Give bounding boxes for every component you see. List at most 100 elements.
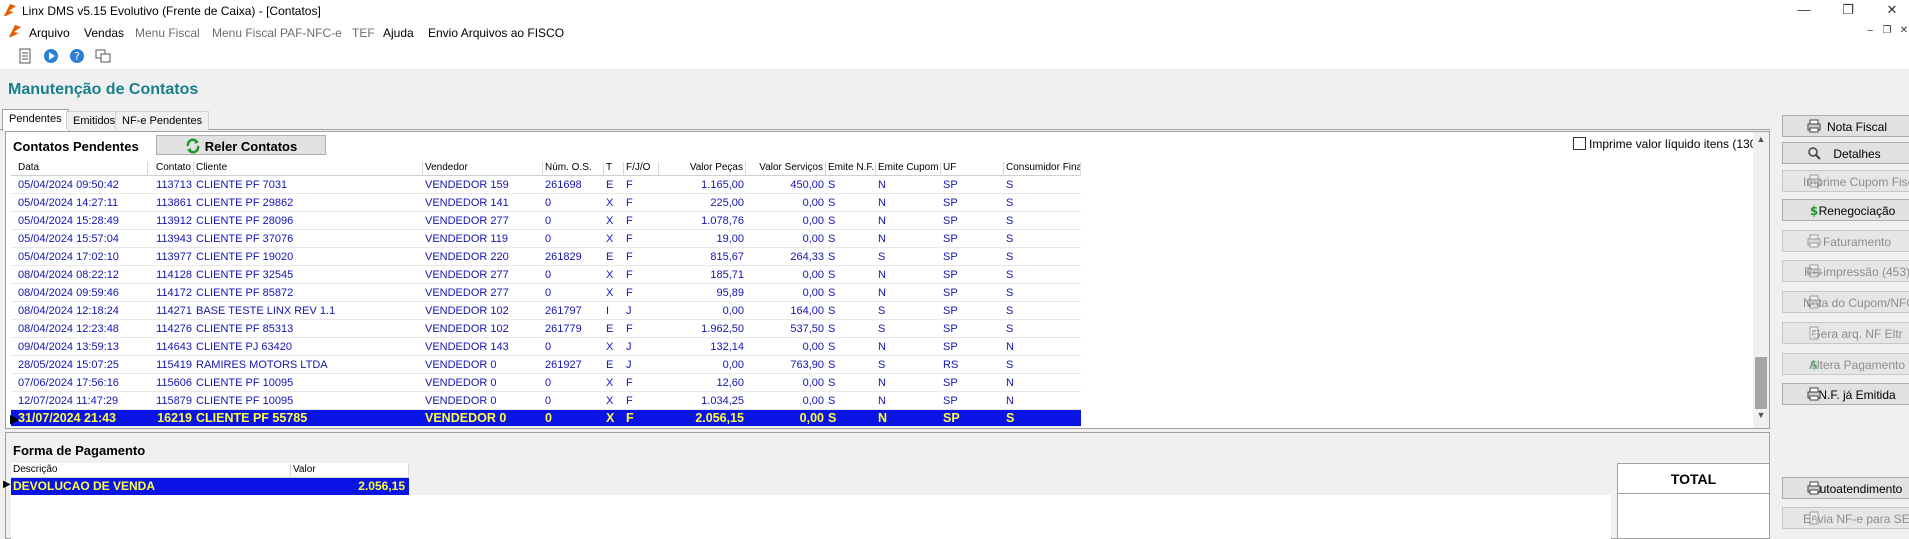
col-header-valor-servicos[interactable]: Valor Serviços <box>746 162 826 176</box>
detalhes-button[interactable]: Detalhes <box>1782 142 1909 164</box>
gera-arq-nf-eltr-button[interactable]: Gera arq. NF Eltr <box>1782 322 1909 344</box>
tab-nfe-pendentes[interactable]: NF-e Pendentes <box>115 111 210 130</box>
cell-valor-pecas: 1.034,25 <box>701 395 744 407</box>
printer-icon <box>1807 174 1821 188</box>
col-header-emite-cupom[interactable]: Emite Cupom <box>876 162 941 176</box>
col-header-uf[interactable]: UF <box>941 162 1004 176</box>
table-row[interactable]: 12/07/2024 11:47:29 115879 CLIENTE PF 1009… <box>11 392 1081 410</box>
cell-tipo: X <box>606 269 614 281</box>
cell-fjo: F <box>626 215 633 227</box>
col-header-valor-pecas[interactable]: Valor Peças <box>659 162 746 176</box>
cell-tipo: E <box>606 359 614 371</box>
cell-contato: 113861 <box>156 197 192 209</box>
table-row[interactable]: 09/04/2024 13:59:13 114643 CLIENTE PJ 6342… <box>11 338 1081 356</box>
cell-valor-pecas: 1.078,76 <box>701 215 744 227</box>
menu-tef[interactable]: TEF <box>352 26 375 40</box>
cell-fjo: F <box>626 377 633 389</box>
play-icon[interactable] <box>42 47 60 65</box>
pagamento-grid[interactable]: Descrição Valor ▶ DEVOLUCAO DE VENDA 2.0… <box>3 463 409 495</box>
menu-vendas[interactable]: Vendas <box>84 26 124 40</box>
table-row[interactable]: 07/06/2024 17:56:16 115606 CLIENTE PF 1009… <box>11 374 1081 392</box>
scroll-down-icon[interactable]: ▼ <box>1753 410 1769 426</box>
col-header-consumidor-final[interactable]: Consumidor Final <box>1004 162 1081 176</box>
n-f-j-emitida-button[interactable]: N.F. já Emitida <box>1782 383 1909 405</box>
re-impress-o-453-button[interactable]: Re-impressão (453) <box>1782 260 1909 282</box>
cell-contato: 114172 <box>156 287 192 299</box>
col-header-tipo[interactable]: T <box>604 162 624 176</box>
cell-emite-cupom: N <box>878 197 886 209</box>
col-header-vendedor[interactable]: Vendedor <box>423 162 543 176</box>
table-row[interactable]: 08/04/2024 12:18:24 114271 BASE TESTE LINX… <box>11 302 1081 320</box>
cell-emite-cupom: S <box>878 251 886 263</box>
imprime-valor-checkbox[interactable]: Imprime valor líquido itens (130) <box>1573 137 1760 151</box>
cell-num-os: 261829 <box>545 251 582 263</box>
minimize-icon[interactable]: — <box>1790 2 1818 17</box>
contatos-grid[interactable]: Data Contato Cliente Vendedor Núm. O.S. T F/J/… <box>10 160 1081 427</box>
mdi-restore-icon[interactable]: ❐ <box>1880 25 1894 36</box>
cell-valor-servicos: 450,00 <box>790 179 824 191</box>
nota-do-cupom-nfc-e-button[interactable]: Nota do Cupom/NFC-e <box>1782 291 1909 313</box>
menu-envio-fisco[interactable]: Envio Arquivos ao FISCO <box>428 26 564 40</box>
cell-uf: SP <box>943 287 958 299</box>
autoatendimento-button[interactable]: Autoatendimento <box>1782 477 1909 499</box>
scroll-up-icon[interactable]: ▲ <box>1753 134 1769 150</box>
cell-contato: 16219 <box>157 411 192 425</box>
cell-consumidor-final: S <box>1006 359 1014 371</box>
grid-body: 05/04/2024 09:50:42 113713 CLIENTE PF 7031… <box>10 176 1081 427</box>
cell-valor-servicos: 0,00 <box>802 395 824 407</box>
nota-fiscal-button[interactable]: Nota Fiscal <box>1782 115 1909 137</box>
document-icon[interactable] <box>16 47 34 65</box>
menu-fiscal[interactable]: Menu Fiscal <box>135 26 200 40</box>
table-row[interactable]: 08/04/2024 08:22:12 114128 CLIENTE PF 3254… <box>11 266 1081 284</box>
cell-vendedor: VENDEDOR 102 <box>425 323 509 335</box>
mdi-close-icon[interactable]: ✕ <box>1897 25 1909 36</box>
cell-valor-servicos: 0,00 <box>802 197 824 209</box>
checkbox-box[interactable] <box>1573 137 1586 150</box>
col-header-emite-nf[interactable]: Emite N.F. <box>826 162 876 176</box>
envia-nf-e-para-sefaz-button[interactable]: Envia NF-e para SEFAZ <box>1782 507 1909 529</box>
restore-icon[interactable]: ❐ <box>1834 2 1862 18</box>
cell-contato: 114276 <box>156 323 192 335</box>
help-icon[interactable]: ? <box>68 47 86 65</box>
mdi-minimize-icon[interactable]: – <box>1863 25 1877 36</box>
imprime-cupom-fiscal-button[interactable]: Imprime Cupom Fiscal <box>1782 170 1909 192</box>
cell-valor-pecas: 95,89 <box>716 287 744 299</box>
menu-ajuda[interactable]: Ajuda <box>383 26 414 40</box>
menu-arquivo[interactable]: Arquivo <box>29 26 70 40</box>
table-row[interactable]: 05/04/2024 17:02:10 113977 CLIENTE PF 1902… <box>11 248 1081 266</box>
cell-contato: 114643 <box>156 341 192 353</box>
renegocia-o-button[interactable]: $ Renegociação <box>1782 199 1909 221</box>
table-row[interactable]: 08/04/2024 12:23:48 114276 CLIENTE PF 8531… <box>11 320 1081 338</box>
cell-contato: 113943 <box>156 233 192 245</box>
close-icon[interactable]: ✕ <box>1878 2 1906 18</box>
table-row[interactable]: 05/04/2024 14:27:11 113861 CLIENTE PF 2986… <box>11 194 1081 212</box>
refresh-icon <box>186 138 200 154</box>
cell-valor-pecas: 1.962,50 <box>701 323 744 335</box>
altera-pagamento-button[interactable]: $ Altera Pagamento <box>1782 353 1909 375</box>
cell-valor-pecas: 12,60 <box>716 377 744 389</box>
col-header-data[interactable]: Data <box>16 162 148 176</box>
pagamento-empty-area <box>11 495 1611 539</box>
cell-emite-nf: S <box>828 251 836 263</box>
scroll-thumb[interactable] <box>1755 357 1767 409</box>
table-row[interactable]: ▶ 31/07/2024 21:43 16219 CLIENTE PF 55785 VE… <box>10 410 1081 427</box>
menu-fiscal-paf[interactable]: Menu Fiscal PAF-NFC-e <box>212 26 342 40</box>
col-header-cliente[interactable]: Cliente <box>194 162 423 176</box>
col-header-num-os[interactable]: Núm. O.S. <box>543 162 604 176</box>
table-row[interactable]: 05/04/2024 15:57:04 113943 CLIENTE PF 3707… <box>11 230 1081 248</box>
tab-emitidos[interactable]: Emitidos <box>66 111 123 130</box>
reler-contatos-button[interactable]: Reler Contatos <box>156 135 326 155</box>
table-row[interactable]: 28/05/2024 15:07:25 115419 RAMIRES MOTORS … <box>11 356 1081 374</box>
cell-valor-pecas: 2.056,15 <box>695 411 744 425</box>
table-row[interactable]: 05/04/2024 09:50:42 113713 CLIENTE PF 7031… <box>11 176 1081 194</box>
table-row[interactable]: 05/04/2024 15:28:49 113912 CLIENTE PF 2809… <box>11 212 1081 230</box>
tab-pendentes[interactable]: Pendentes <box>2 109 69 131</box>
faturamento-button[interactable]: Faturamento <box>1782 230 1909 252</box>
cell-emite-nf: S <box>828 411 837 425</box>
pagamento-row[interactable]: ▶ DEVOLUCAO DE VENDA 2.056,15 <box>3 478 409 495</box>
vertical-scrollbar[interactable]: ▲ ▼ <box>1753 132 1769 428</box>
windows-icon[interactable] <box>94 47 112 65</box>
col-header-fjo[interactable]: F/J/O <box>624 162 659 176</box>
table-row[interactable]: 08/04/2024 09:59:46 114172 CLIENTE PF 8587… <box>11 284 1081 302</box>
col-header-contato[interactable]: Contato <box>148 162 194 176</box>
